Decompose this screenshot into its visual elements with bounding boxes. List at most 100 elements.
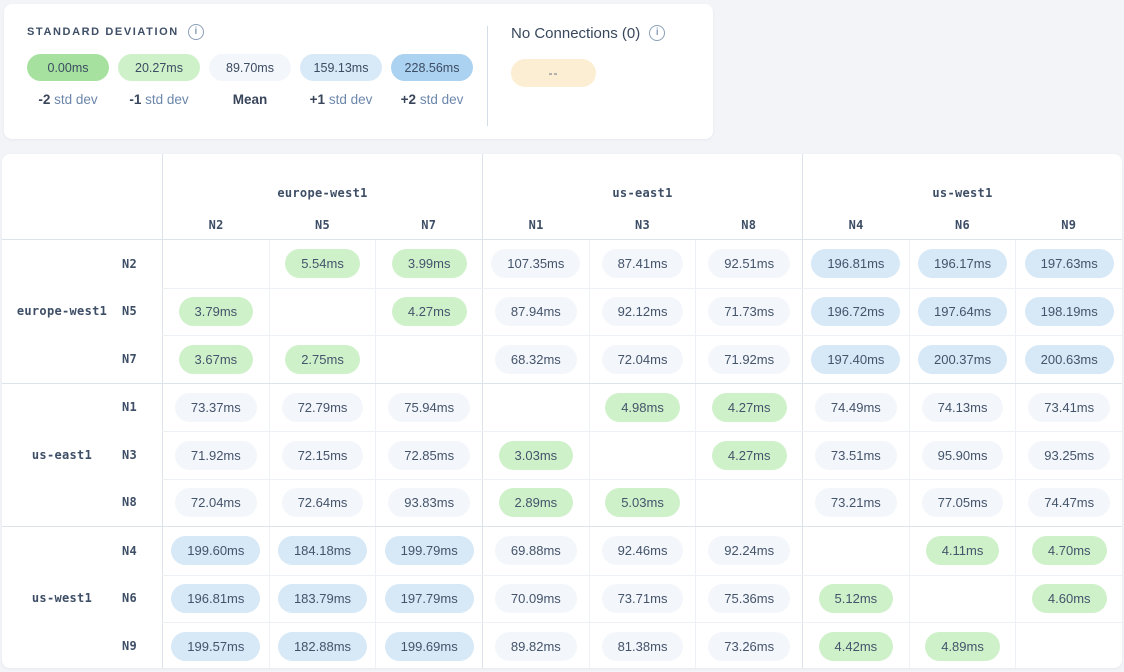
row-group-cells: 73.37ms 72.79ms 75.94ms 4.98ms 4.27ms 74.49ms…: [162, 384, 1122, 527]
latency-cell: 4.11ms: [909, 527, 1016, 575]
latency-cell: 95.90ms: [909, 432, 1016, 479]
latency-pill[interactable]: 92.46ms: [602, 536, 684, 565]
latency-pill[interactable]: 196.81ms: [171, 584, 260, 613]
latency-pill[interactable]: 71.92ms: [175, 441, 257, 470]
latency-pill[interactable]: 2.75ms: [285, 345, 360, 374]
latency-pill[interactable]: 74.13ms: [922, 393, 1004, 422]
row-node-label: N4: [122, 544, 137, 558]
latency-cell: 4.98ms: [589, 384, 696, 432]
latency-pill[interactable]: 71.73ms: [708, 297, 790, 326]
latency-pill[interactable]: 197.79ms: [385, 584, 474, 613]
latency-pill[interactable]: 74.47ms: [1028, 488, 1110, 517]
latency-cell: 75.94ms: [375, 384, 482, 432]
latency-pill[interactable]: 72.79ms: [282, 393, 364, 422]
latency-pill[interactable]: 72.15ms: [282, 441, 364, 470]
row-node: N2: [122, 240, 162, 288]
latency-pill[interactable]: 70.09ms: [495, 584, 577, 613]
info-icon[interactable]: i: [188, 24, 204, 40]
latency-pill[interactable]: 198.19ms: [1025, 297, 1114, 326]
latency-pill[interactable]: 73.26ms: [708, 632, 790, 661]
latency-pill[interactable]: 4.42ms: [819, 632, 894, 661]
latency-pill[interactable]: 89.82ms: [495, 632, 577, 661]
latency-pill[interactable]: 93.83ms: [388, 488, 470, 517]
latency-pill[interactable]: 75.94ms: [388, 393, 470, 422]
legend-title: STANDARD DEVIATION: [27, 26, 179, 38]
column-region-label: us-east1: [612, 186, 672, 200]
latency-pill[interactable]: 5.12ms: [819, 584, 894, 613]
info-icon[interactable]: i: [649, 25, 665, 41]
latency-pill[interactable]: 69.88ms: [495, 536, 577, 565]
latency-cell: 92.46ms: [589, 527, 696, 575]
latency-cell: 92.51ms: [695, 240, 802, 288]
latency-pill[interactable]: 74.49ms: [815, 393, 897, 422]
latency-pill[interactable]: 77.05ms: [922, 488, 1004, 517]
latency-pill[interactable]: 4.98ms: [605, 393, 680, 422]
latency-pill[interactable]: 3.99ms: [392, 249, 467, 278]
latency-pill[interactable]: 5.03ms: [605, 488, 680, 517]
latency-pill[interactable]: 92.12ms: [602, 297, 684, 326]
latency-cell: 72.79ms: [269, 384, 376, 432]
latency-pill[interactable]: 200.37ms: [918, 345, 1007, 374]
latency-pill[interactable]: 72.64ms: [282, 488, 364, 517]
latency-pill[interactable]: 197.64ms: [918, 297, 1007, 326]
latency-pill[interactable]: 75.36ms: [708, 584, 790, 613]
latency-cell: [1015, 623, 1122, 668]
latency-pill[interactable]: 72.85ms: [388, 441, 470, 470]
latency-pill[interactable]: 197.40ms: [811, 345, 900, 374]
latency-cell: 5.54ms: [269, 240, 376, 288]
latency-pill[interactable]: 199.57ms: [171, 632, 260, 661]
latency-cell: 69.88ms: [482, 527, 589, 575]
latency-pill[interactable]: 71.92ms: [708, 345, 790, 374]
latency-cell: 72.15ms: [269, 432, 376, 479]
latency-pill[interactable]: 4.89ms: [925, 632, 1000, 661]
latency-pill[interactable]: 92.24ms: [708, 536, 790, 565]
latency-pill[interactable]: 81.38ms: [602, 632, 684, 661]
latency-pill[interactable]: 182.88ms: [278, 632, 367, 661]
latency-pill[interactable]: 197.63ms: [1025, 249, 1114, 278]
latency-pill[interactable]: 4.27ms: [712, 441, 787, 470]
latency-pill[interactable]: 73.71ms: [602, 584, 684, 613]
latency-pill[interactable]: 4.27ms: [712, 393, 787, 422]
latency-cell: 2.89ms: [482, 480, 589, 527]
row-node: N6: [122, 575, 162, 623]
column-node: N3: [589, 211, 695, 239]
latency-cell: 72.64ms: [269, 480, 376, 527]
latency-pill[interactable]: 184.18ms: [278, 536, 367, 565]
latency-pill[interactable]: 107.35ms: [491, 249, 580, 278]
latency-pill[interactable]: 68.32ms: [495, 345, 577, 374]
latency-pill[interactable]: 87.41ms: [602, 249, 684, 278]
latency-pill[interactable]: 196.81ms: [811, 249, 900, 278]
latency-pill[interactable]: 4.11ms: [926, 536, 1000, 565]
latency-pill[interactable]: 92.51ms: [708, 249, 790, 278]
latency-pill[interactable]: 73.41ms: [1028, 393, 1110, 422]
latency-pill[interactable]: 196.72ms: [811, 297, 900, 326]
latency-pill[interactable]: 72.04ms: [175, 488, 257, 517]
latency-cell: 73.26ms: [695, 623, 802, 668]
latency-pill[interactable]: 5.54ms: [285, 249, 360, 278]
latency-pill[interactable]: 73.51ms: [815, 441, 897, 470]
latency-pill[interactable]: 199.60ms: [171, 536, 260, 565]
legend-pill: 0.00ms: [27, 54, 109, 81]
latency-pill[interactable]: 3.79ms: [179, 297, 254, 326]
latency-pill[interactable]: 72.04ms: [602, 345, 684, 374]
latency-pill[interactable]: 200.63ms: [1025, 345, 1114, 374]
matrix-row: 3.67ms 2.75ms 68.32ms 72.04ms 71.92ms 197.40m…: [162, 335, 1122, 383]
latency-pill[interactable]: 4.70ms: [1032, 536, 1107, 565]
latency-pill[interactable]: 95.90ms: [922, 441, 1004, 470]
latency-pill[interactable]: 199.79ms: [385, 536, 474, 565]
latency-pill[interactable]: 4.27ms: [392, 297, 467, 326]
latency-pill[interactable]: 3.67ms: [179, 345, 254, 374]
latency-pill[interactable]: 2.89ms: [499, 488, 574, 517]
latency-pill[interactable]: 183.79ms: [278, 584, 367, 613]
latency-pill[interactable]: 199.69ms: [385, 632, 474, 661]
latency-pill[interactable]: 73.21ms: [815, 488, 897, 517]
latency-pill[interactable]: 4.60ms: [1032, 584, 1107, 613]
latency-pill[interactable]: 3.03ms: [499, 441, 574, 470]
latency-cell: 73.37ms: [162, 384, 269, 432]
latency-pill[interactable]: 196.17ms: [918, 249, 1007, 278]
latency-pill[interactable]: 93.25ms: [1028, 441, 1110, 470]
latency-pill[interactable]: 73.37ms: [175, 393, 257, 422]
row-group: us-west1N4N6N9199.60ms184.18ms199.79ms69…: [2, 526, 1122, 668]
latency-pill[interactable]: 87.94ms: [495, 297, 577, 326]
latency-matrix: europe-west1N2N5N7us-east1N1N3N8us-west1…: [2, 154, 1122, 668]
